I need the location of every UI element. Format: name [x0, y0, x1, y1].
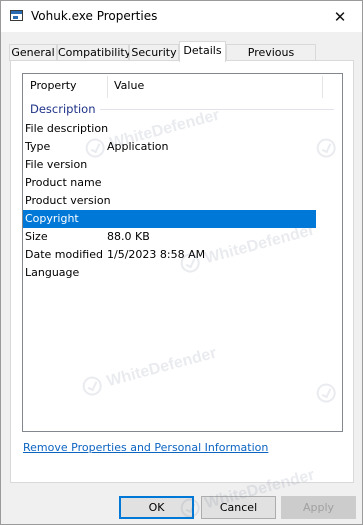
property-value: 88.0 KB [107, 230, 150, 243]
tab-details[interactable]: Details [179, 41, 226, 62]
property-name: Product version [25, 194, 111, 207]
tab-general[interactable]: General [9, 44, 57, 61]
property-row[interactable]: File description [23, 120, 316, 138]
property-row[interactable]: Date modified 1/5/2023 8:58 AM [23, 246, 316, 264]
property-row[interactable]: Size 88.0 KB [23, 228, 316, 246]
property-row[interactable]: Type Application [23, 138, 316, 156]
title-bar[interactable]: Vohuk.exe Properties ✕ [1, 1, 362, 32]
property-name: File description [25, 122, 109, 135]
group-divider [100, 109, 334, 110]
property-name: Size [25, 230, 48, 243]
window-title: Vohuk.exe Properties [31, 9, 158, 23]
group-header-description[interactable]: Description [30, 102, 96, 116]
property-name: Product name [25, 176, 102, 189]
remove-properties-link[interactable]: Remove Properties and Personal Informati… [23, 441, 268, 454]
column-header-value[interactable]: Value [114, 79, 144, 92]
property-row[interactable]: Language [23, 264, 316, 282]
column-header-property[interactable]: Property [30, 79, 77, 92]
property-value: Application [107, 140, 169, 153]
property-row[interactable]: File version [23, 156, 316, 174]
close-icon[interactable]: ✕ [318, 1, 362, 32]
property-name: Type [25, 140, 51, 153]
property-name: File version [25, 158, 88, 171]
property-name: Date modified [25, 248, 103, 261]
properties-window: Vohuk.exe Properties ✕ General Compatibi… [0, 0, 363, 525]
property-row[interactable]: Product version [23, 192, 316, 210]
column-divider[interactable] [322, 76, 323, 98]
window-app-icon [10, 10, 23, 21]
property-name: Language [25, 266, 80, 279]
property-row[interactable]: Product name [23, 174, 316, 192]
tab-compatibility[interactable]: Compatibility [57, 44, 131, 61]
tab-previous-versions[interactable]: Previous Versions [226, 44, 316, 74]
list-header: Property Value [23, 74, 342, 99]
cancel-button[interactable]: Cancel [201, 496, 276, 519]
property-value: 1/5/2023 8:58 AM [107, 248, 206, 261]
ok-button[interactable]: OK [119, 496, 194, 519]
apply-button[interactable]: Apply [281, 496, 356, 519]
column-divider[interactable] [107, 76, 108, 98]
details-panel: Property Value Description File descript… [10, 60, 354, 483]
tab-security[interactable]: Security [129, 44, 179, 61]
property-name: Copyright [25, 212, 79, 225]
property-row-selected[interactable]: Copyright [23, 210, 316, 228]
details-list[interactable]: Property Value Description File descript… [22, 73, 343, 432]
